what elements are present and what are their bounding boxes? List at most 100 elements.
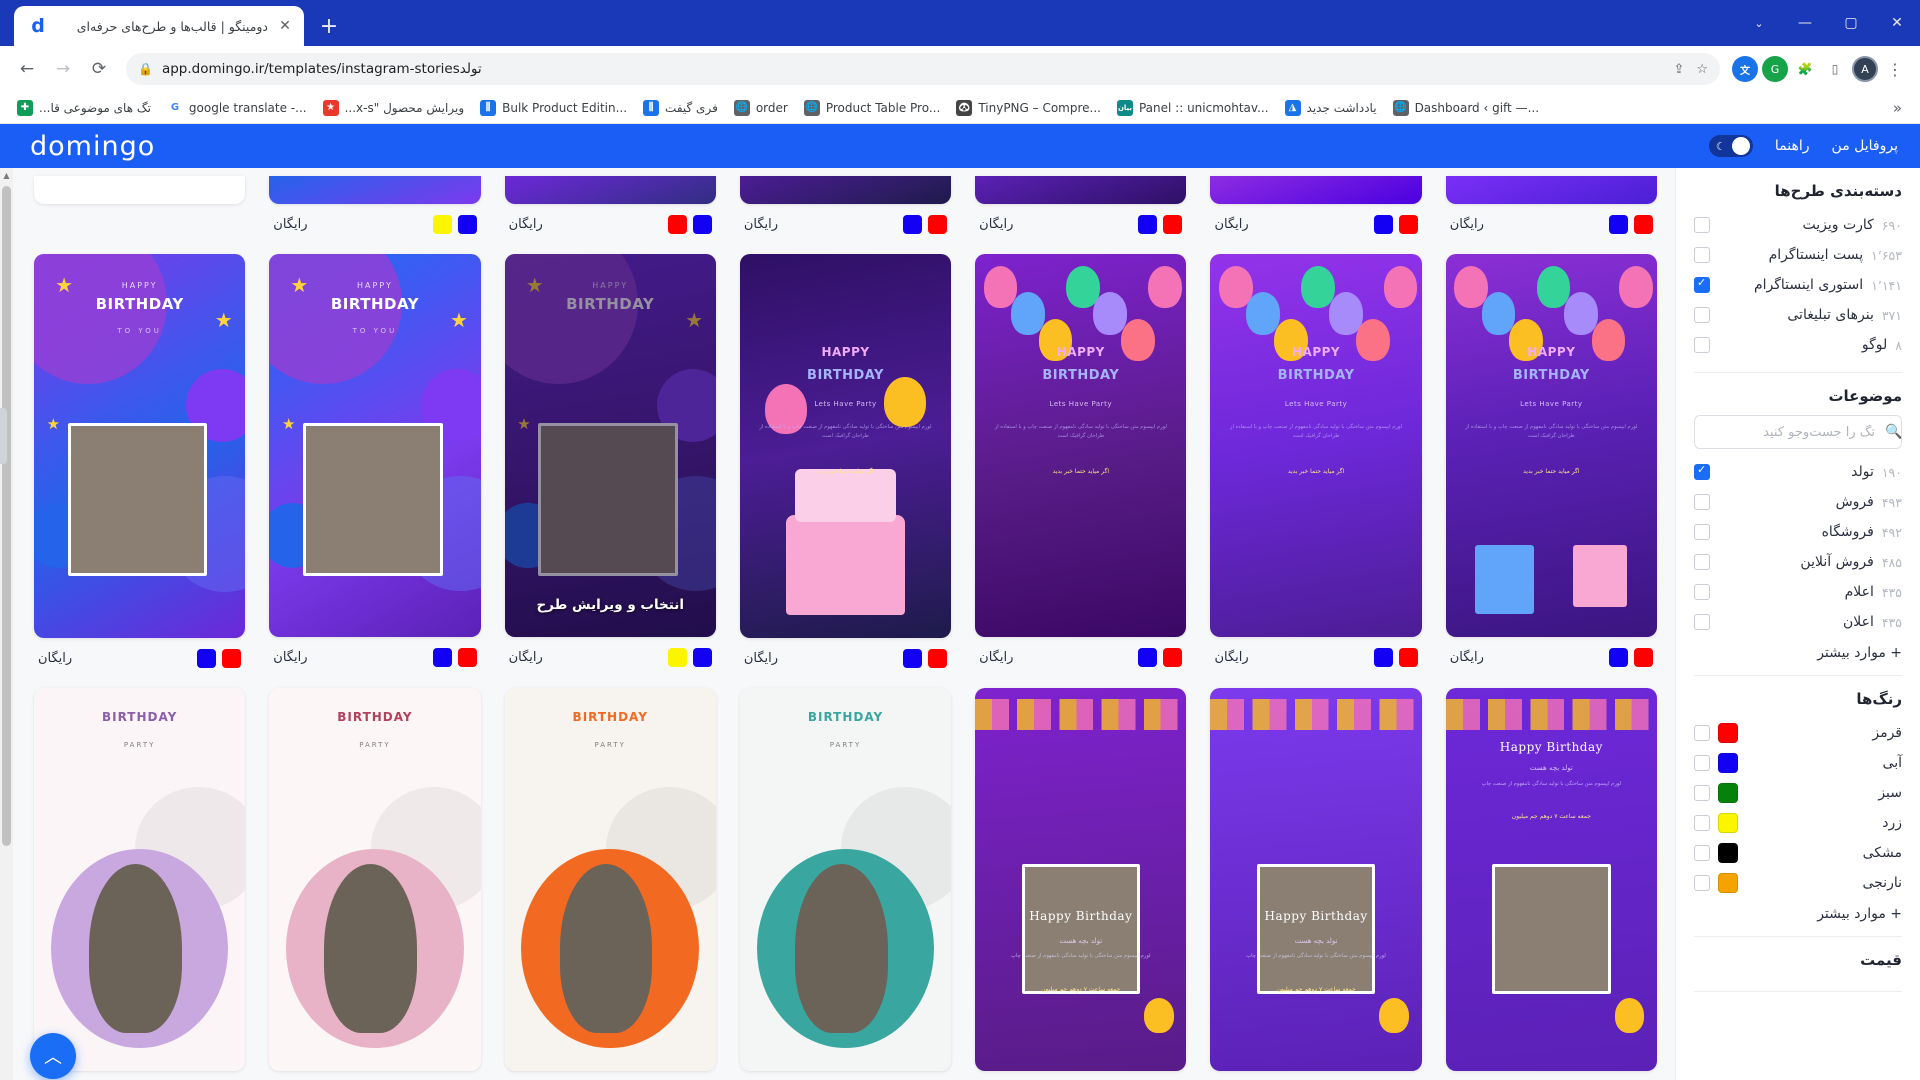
template-card[interactable]: HAPPY BIRTHDAY Lets Have Party لورم ایپسوم … xyxy=(739,254,952,638)
color-dot[interactable] xyxy=(1373,215,1393,234)
guide-link[interactable]: راهنما xyxy=(1775,138,1810,154)
dark-mode-toggle[interactable]: ☾ xyxy=(1708,135,1753,157)
filter-row[interactable]: قرمز xyxy=(1694,718,1902,748)
card-hover-overlay[interactable]: انتخاب و ویرایش طرح xyxy=(504,254,716,638)
color-dot[interactable] xyxy=(903,648,923,668)
checkbox[interactable] xyxy=(1694,276,1710,293)
checkbox[interactable] xyxy=(1694,614,1710,630)
chevron-down-icon[interactable]: ⌄ xyxy=(1736,0,1782,46)
color-dot[interactable] xyxy=(667,648,687,668)
new-tab-button[interactable]: + xyxy=(312,9,346,43)
filter-row[interactable]: سبز xyxy=(1694,778,1902,808)
filter-row[interactable]: اعلام ۴۳۵ xyxy=(1694,577,1902,607)
main-scrollbar[interactable]: ▲ ▼ xyxy=(0,168,13,1080)
window-close-button[interactable]: ✕ xyxy=(1874,0,1920,46)
minimize-button[interactable]: — xyxy=(1782,0,1828,46)
tag-search-box[interactable]: 🔍 xyxy=(1694,415,1902,449)
translate-extension-icon[interactable]: 文 xyxy=(1732,56,1758,82)
filter-row[interactable]: فروش آنلاین ۴۸۵ xyxy=(1694,547,1902,577)
checkbox[interactable] xyxy=(1694,845,1710,861)
select-and-edit-button[interactable]: انتخاب و ویرایش طرح xyxy=(536,597,684,613)
forward-icon[interactable]: → xyxy=(48,54,78,84)
color-dot[interactable] xyxy=(1398,648,1418,668)
filter-row[interactable]: فروش ۴۹۳ xyxy=(1694,487,1902,517)
browser-menu-icon[interactable]: ⋮ xyxy=(1882,56,1908,82)
color-dot[interactable] xyxy=(1609,648,1628,668)
color-dot[interactable] xyxy=(457,648,477,668)
color-dot[interactable] xyxy=(667,215,687,234)
color-dot[interactable] xyxy=(1373,648,1393,668)
scrollbar-thumb[interactable] xyxy=(2,186,11,846)
domingo-logo[interactable]: domingo xyxy=(30,131,155,162)
color-dot[interactable] xyxy=(692,648,712,668)
template-card[interactable]: ★ ★ ★ HAPPY BIRTHDAY TO YOU xyxy=(269,254,481,638)
filter-row[interactable]: زرد xyxy=(1694,808,1902,838)
maximize-button[interactable]: ▢ xyxy=(1828,0,1874,46)
color-dot[interactable] xyxy=(928,648,948,668)
template-card[interactable] xyxy=(975,176,1187,204)
bookmark-item[interactable]: ✚ تگ های موضوعی قا... xyxy=(10,97,158,119)
reload-icon[interactable]: ⟳ xyxy=(84,54,114,84)
show-more-link[interactable]: + موارد بیشتر xyxy=(1694,637,1902,663)
color-dot[interactable] xyxy=(457,215,477,234)
filter-row[interactable]: نارنجی xyxy=(1694,868,1902,898)
bookmark-item[interactable]: ◮ یادداشت جدید xyxy=(1278,97,1384,119)
checkbox[interactable] xyxy=(1694,584,1710,600)
color-dot[interactable] xyxy=(1398,215,1418,234)
color-dot[interactable] xyxy=(432,648,452,668)
checkbox[interactable] xyxy=(1694,815,1710,831)
scroll-to-top-button[interactable]: ︿ xyxy=(30,1033,76,1080)
bookmark-star-icon[interactable]: ☆ xyxy=(1696,62,1708,77)
filter-row[interactable]: مشکی xyxy=(1694,838,1902,868)
bookmark-item[interactable]: 🌐 Dashboard ‹ gift —... xyxy=(1386,97,1546,119)
template-card[interactable]: BIRTHDAY PARTY xyxy=(504,687,716,1071)
bookmark-item[interactable]: Ggoogle translate -... xyxy=(160,97,314,119)
color-dot[interactable] xyxy=(903,215,923,234)
address-bar[interactable]: 🔒 app.domingo.ir/templates/instagram-sto… xyxy=(126,53,1720,85)
template-card[interactable]: HAPPY BIRTHDAY Lets Have Party لورم ایپسوم … xyxy=(1210,254,1422,638)
template-card[interactable] xyxy=(739,176,952,204)
color-dot[interactable] xyxy=(432,215,452,234)
checkbox[interactable] xyxy=(1694,725,1710,741)
checkbox[interactable] xyxy=(1694,307,1710,323)
template-card[interactable]: HAPPY BIRTHDAY Lets Have Party لورم ایپسوم … xyxy=(1445,254,1657,638)
bookmark-item[interactable]: ⫼ فری گیفت xyxy=(636,97,725,119)
color-dot[interactable] xyxy=(1163,215,1183,234)
color-dot[interactable] xyxy=(1609,215,1628,234)
profile-avatar[interactable]: A xyxy=(1852,56,1878,82)
checkbox[interactable] xyxy=(1694,554,1710,570)
browser-tab[interactable]: d دومینگو | قالب‌ها و طرح‌های حرفه‌ای ✕ xyxy=(14,6,304,46)
template-card[interactable] xyxy=(1445,176,1657,204)
grammar-extension-icon[interactable]: G xyxy=(1762,56,1788,82)
bookmark-item[interactable]: بیان Panel :: unicmohtav... xyxy=(1110,97,1276,119)
checkbox[interactable] xyxy=(1694,217,1710,233)
checkbox[interactable] xyxy=(1694,785,1710,801)
checkbox[interactable] xyxy=(1694,463,1710,480)
color-dot[interactable] xyxy=(1634,648,1653,668)
scroll-up-arrow-icon[interactable]: ▲ xyxy=(0,168,13,182)
template-card[interactable] xyxy=(504,176,716,204)
side-handle[interactable] xyxy=(0,408,7,464)
checkbox[interactable] xyxy=(1694,247,1710,263)
color-dot[interactable] xyxy=(197,648,217,668)
template-card[interactable]: Happy Birthday تولد بچه هست لورم ایپسوم مت… xyxy=(1210,687,1422,1071)
color-dot[interactable] xyxy=(928,215,948,234)
template-card[interactable] xyxy=(1210,176,1422,204)
template-card[interactable]: Happy Birthday تولد بچه هست لورم ایپسوم مت… xyxy=(975,687,1187,1071)
template-card[interactable]: HAPPY BIRTHDAY Lets Have Party لورم ایپسوم … xyxy=(975,254,1187,638)
bookmarks-overflow-icon[interactable]: » xyxy=(1885,99,1910,117)
filter-row[interactable]: تولد ۱۹۰ xyxy=(1694,457,1902,487)
share-icon[interactable]: ⇪ xyxy=(1673,62,1684,77)
bookmark-item[interactable]: 🌐 Product Table Pro... xyxy=(797,97,948,119)
tag-search-input[interactable] xyxy=(1695,416,1885,448)
my-profile-link[interactable]: پروفایل من xyxy=(1832,138,1898,154)
checkbox[interactable] xyxy=(1694,875,1710,891)
filter-row[interactable]: فروشگاه ۴۹۲ xyxy=(1694,517,1902,547)
bookmark-item[interactable]: ★ ویرایش محصول "x-s... xyxy=(316,97,472,119)
filter-row[interactable]: پست اینستاگرام ۱٬۶۵۳ xyxy=(1694,240,1902,270)
template-card[interactable]: ★ ★ ★ HAPPY BIRTHDAY TO YOU xyxy=(34,254,246,638)
template-card[interactable]: Happy Birthday تولد بچه هست لورم ایپسوم مت… xyxy=(1445,687,1657,1071)
color-dot[interactable] xyxy=(1138,215,1158,234)
color-dot[interactable] xyxy=(222,648,242,668)
close-icon[interactable]: ✕ xyxy=(276,17,294,35)
